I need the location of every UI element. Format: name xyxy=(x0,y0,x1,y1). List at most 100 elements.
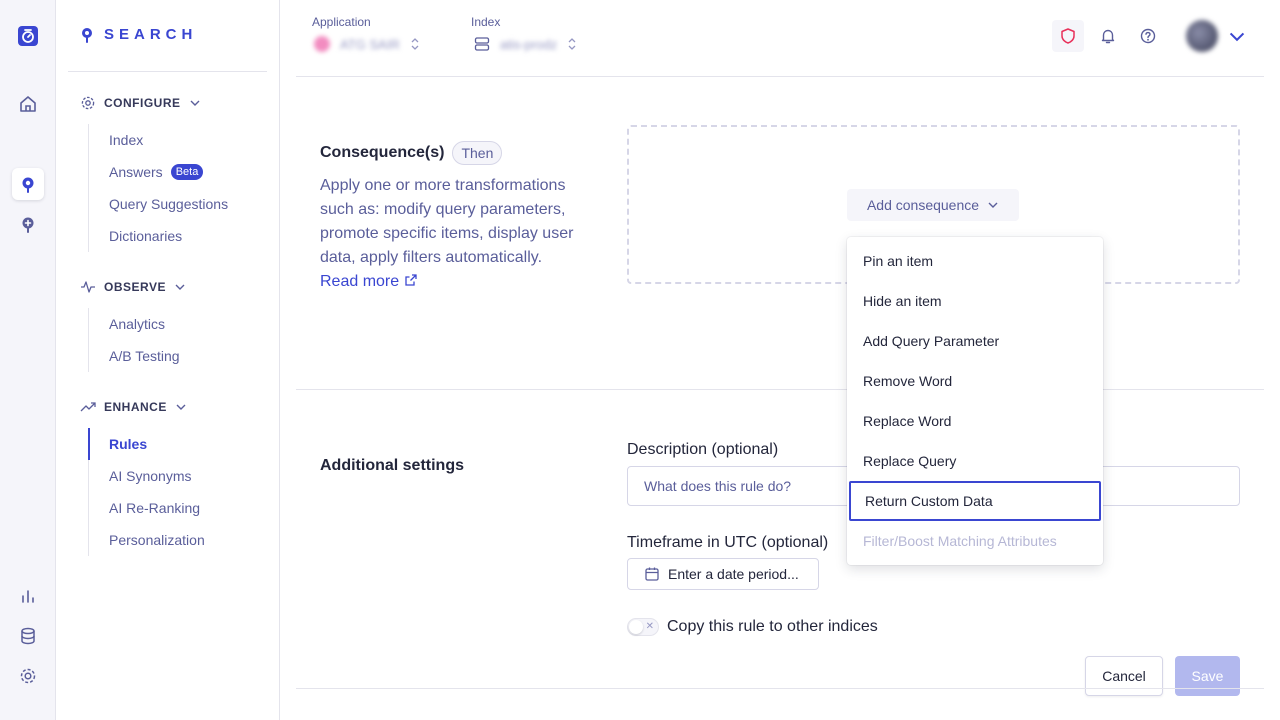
icon-rail xyxy=(0,0,56,720)
recommend-product-icon[interactable] xyxy=(12,208,44,240)
sidebar-item-dictionaries[interactable]: Dictionaries xyxy=(89,220,228,252)
application-label: Application xyxy=(312,15,371,29)
search-product-icon[interactable] xyxy=(12,168,44,200)
sidebar-item-answers[interactable]: Answers Beta xyxy=(89,156,228,188)
sidebar-item-label: AI Synonyms xyxy=(109,468,192,484)
home-icon[interactable] xyxy=(12,88,44,120)
shield-icon[interactable] xyxy=(1052,20,1084,52)
analytics-icon[interactable] xyxy=(12,580,44,612)
database-icon[interactable] xyxy=(12,620,44,652)
brand-name: SEARCH xyxy=(104,26,198,43)
application-avatar-icon xyxy=(314,36,330,52)
description-label: Description (optional) xyxy=(627,441,779,458)
user-menu[interactable] xyxy=(1184,20,1248,52)
section-title: OBSERVE xyxy=(104,280,166,294)
index-selector[interactable]: atis-prodz xyxy=(474,36,577,52)
sidebar-item-label: A/B Testing xyxy=(109,348,180,364)
section-configure[interactable]: CONFIGURE xyxy=(80,95,201,111)
avatar xyxy=(1186,20,1218,52)
application-name: ATG SAIR xyxy=(340,36,400,52)
sidebar-item-label: Dictionaries xyxy=(109,228,183,244)
sidebar-item-rules[interactable]: Rules xyxy=(88,428,205,460)
read-more-link[interactable]: Read more xyxy=(320,273,418,290)
section-enhance[interactable]: ENHANCE xyxy=(80,399,187,415)
copy-rule-row: ✕ Copy this rule to other indices xyxy=(627,618,878,636)
index-name: atis-prodz xyxy=(500,36,558,52)
index-label: Index xyxy=(471,15,501,29)
divider xyxy=(296,76,1264,77)
toggle-knob xyxy=(629,620,643,634)
bell-icon[interactable] xyxy=(1092,20,1124,52)
menu-item-add-query-parameter[interactable]: Add Query Parameter xyxy=(847,321,1103,361)
sidebar-item-analytics[interactable]: Analytics xyxy=(89,308,180,340)
chevron-updown-icon xyxy=(568,38,576,50)
close-icon: ✕ xyxy=(645,621,654,632)
beta-badge: Beta xyxy=(170,164,204,180)
app-logo-icon[interactable] xyxy=(12,20,44,52)
sidebar-item-label: Analytics xyxy=(109,316,166,332)
copy-rule-toggle[interactable]: ✕ xyxy=(627,618,659,636)
sidebar-item-personalization[interactable]: Personalization xyxy=(89,524,205,556)
menu-item-hide-an-item[interactable]: Hide an item xyxy=(847,281,1103,321)
search-logo-icon xyxy=(82,27,92,43)
menu-item-filter-boost-matching-attributes: Filter/Boost Matching Attributes xyxy=(863,533,1057,549)
external-link-icon xyxy=(404,274,417,286)
sidebar: SEARCH CONFIGURE Index Answers Beta Query… xyxy=(56,0,280,720)
add-consequence-label: Add consequence xyxy=(866,197,980,213)
menu-item-return-custom-data[interactable]: Return Custom Data xyxy=(849,481,1101,521)
consequences-description-text: Apply one or more transformations such a… xyxy=(320,177,574,266)
help-icon[interactable] xyxy=(1132,20,1164,52)
consequences-title: Consequence(s) xyxy=(320,144,445,161)
add-consequence-button[interactable]: Add consequence xyxy=(847,189,1019,221)
application-selector[interactable]: ATG SAIR xyxy=(314,36,420,52)
sidebar-item-ai-re-ranking[interactable]: AI Re-Ranking xyxy=(89,492,205,524)
timeframe-label: Timeframe in UTC (optional) xyxy=(627,534,829,551)
brand[interactable]: SEARCH xyxy=(80,26,197,43)
sidebar-item-label: Index xyxy=(109,132,144,148)
trend-up-icon xyxy=(80,402,96,412)
consequences-heading: Consequence(s) Then xyxy=(320,141,503,165)
menu-item-remove-word[interactable]: Remove Word xyxy=(847,361,1103,401)
date-period-button[interactable]: Enter a date period... xyxy=(627,558,819,590)
divider xyxy=(68,71,267,72)
chevron-down-icon xyxy=(175,284,185,290)
gear-icon xyxy=(81,96,95,110)
then-tag: Then xyxy=(452,141,503,165)
consequence-menu: Pin an item Hide an item Add Query Param… xyxy=(847,237,1103,565)
menu-item-replace-query[interactable]: Replace Query xyxy=(847,441,1103,481)
settings-gear-icon[interactable] xyxy=(12,660,44,692)
cancel-button[interactable]: Cancel xyxy=(1085,656,1163,696)
chevron-down-icon xyxy=(176,404,186,410)
nav-group-configure: Index Answers Beta Query Suggestions Dict… xyxy=(88,124,228,252)
copy-rule-label: Copy this rule to other indices xyxy=(667,618,878,635)
sidebar-item-query-suggestions[interactable]: Query Suggestions xyxy=(89,188,228,220)
menu-item-replace-word[interactable]: Replace Word xyxy=(847,401,1103,441)
menu-item-pin-an-item[interactable]: Pin an item xyxy=(847,241,1103,281)
divider xyxy=(296,389,1264,390)
additional-settings-title: Additional settings xyxy=(320,457,464,474)
calendar-icon xyxy=(645,567,659,581)
date-period-label: Enter a date period... xyxy=(668,566,799,582)
chevron-down-icon xyxy=(988,202,998,208)
top-header: Application ATG SAIR Index atis-prodz xyxy=(280,0,1280,72)
sidebar-item-ab-testing[interactable]: A/B Testing xyxy=(89,340,180,372)
consequences-description: Apply one or more transformations such a… xyxy=(320,174,580,294)
description-placeholder: What does this rule do? xyxy=(644,478,792,494)
save-button[interactable]: Save xyxy=(1175,656,1240,696)
section-observe[interactable]: OBSERVE xyxy=(80,279,186,295)
sidebar-item-label: Rules xyxy=(109,436,148,452)
sidebar-item-label: Query Suggestions xyxy=(109,196,229,212)
sidebar-item-label: AI Re-Ranking xyxy=(109,500,201,516)
section-title: CONFIGURE xyxy=(104,96,181,110)
nav-group-observe: Analytics A/B Testing xyxy=(88,308,180,372)
sidebar-item-index[interactable]: Index xyxy=(89,124,228,156)
chevron-down-icon xyxy=(1229,32,1245,42)
server-icon xyxy=(474,37,490,51)
sidebar-item-label: Answers xyxy=(109,164,163,180)
chevron-updown-icon xyxy=(411,38,419,50)
nav-group-enhance: Rules AI Synonyms AI Re-Ranking Personal… xyxy=(88,428,205,556)
section-title: ENHANCE xyxy=(104,400,167,414)
divider xyxy=(296,688,1264,689)
sidebar-item-ai-synonyms[interactable]: AI Synonyms xyxy=(89,460,205,492)
sidebar-item-label: Personalization xyxy=(109,532,205,548)
